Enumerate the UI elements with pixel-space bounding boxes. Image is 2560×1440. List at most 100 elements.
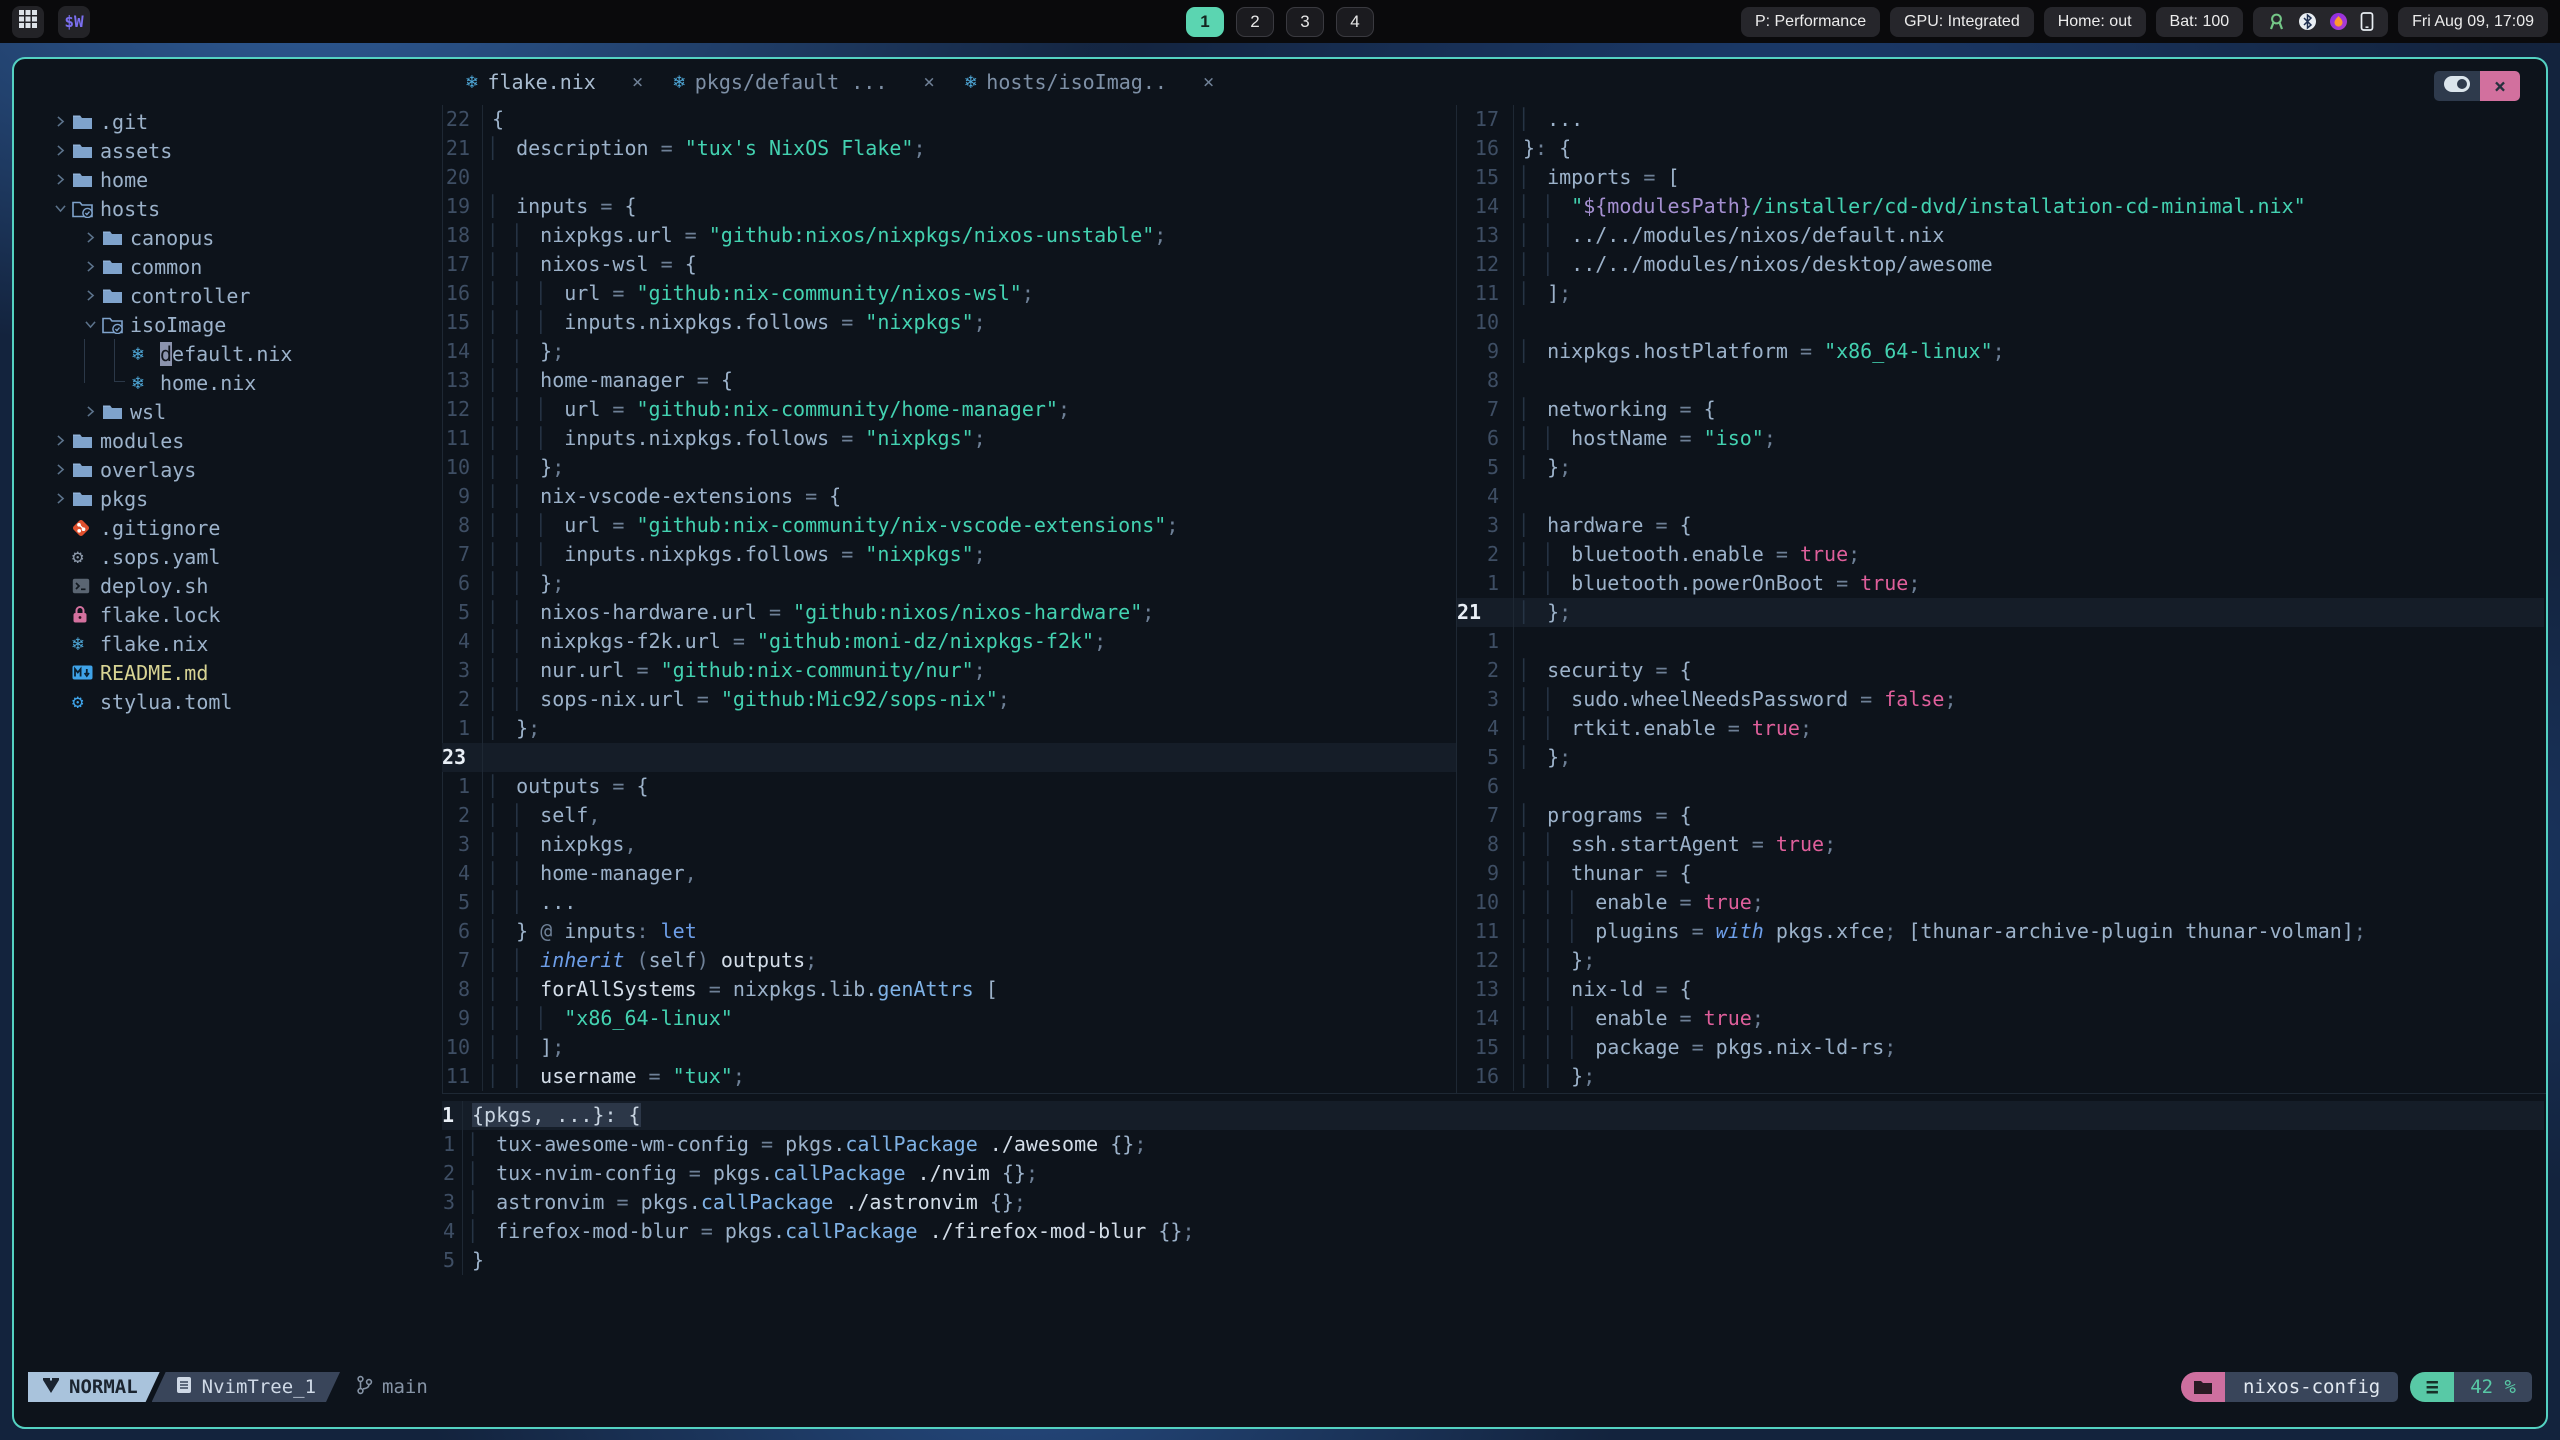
code-text: ▏ ▏ };	[482, 337, 1456, 366]
tree-item-flake-nix[interactable]: ❄ flake.nix	[14, 629, 442, 658]
code-line: 9 ▏ ▏ ▏ "x86_64-linux"	[442, 1004, 1456, 1033]
window-close-button[interactable]: ×	[2480, 71, 2520, 101]
indent-guide: ▏ ▏ ▏	[492, 1006, 565, 1030]
folder-icon	[102, 258, 130, 275]
line-number: 19	[445, 194, 470, 218]
chevron-down-icon[interactable]	[78, 318, 102, 331]
editor-pane-iso-default-nix[interactable]: 17 ▏ ... 16}: {15 ▏ imports = [14 ▏ ▏ "${mod…	[1457, 105, 2544, 1091]
tree-item-isoImage[interactable]: isoImage	[14, 310, 442, 339]
status-pill-3[interactable]: Bat: 100	[2155, 6, 2244, 37]
window-toggle-button[interactable]	[2434, 71, 2480, 101]
tree-item-README-md[interactable]: README.md	[14, 658, 442, 687]
bluetooth-icon[interactable]	[2298, 12, 2317, 31]
tree-item--sops-yaml[interactable]: ⚙ .sops.yaml	[14, 542, 442, 571]
indent-guide: ▏ ▏	[492, 629, 541, 653]
tree-item-label: common	[130, 254, 203, 279]
chevron-right-icon[interactable]	[78, 289, 102, 302]
tree-item-pkgs[interactable]: pkgs	[14, 484, 442, 513]
line-number: 2	[1486, 658, 1499, 682]
line-number: 9	[1486, 861, 1499, 885]
tree-item--git[interactable]: .git	[14, 107, 442, 136]
indent-guide: ▏	[492, 194, 517, 218]
split-separator-horizontal[interactable]	[442, 1093, 2546, 1094]
status-pill-1[interactable]: GPU: Integrated	[1890, 6, 2034, 37]
chevron-right-icon[interactable]	[48, 463, 72, 476]
tree-indent-guide-corner	[114, 381, 125, 382]
flame-icon[interactable]	[2329, 12, 2348, 31]
tree-item-flake-lock[interactable]: flake.lock	[14, 600, 442, 629]
line-number: 13	[1474, 223, 1499, 247]
chevron-right-icon[interactable]	[78, 260, 102, 273]
status-pill-2[interactable]: Home: out	[2043, 6, 2146, 37]
tree-item-wsl[interactable]: wsl	[14, 397, 442, 426]
workspace-button-3[interactable]: 3	[1286, 6, 1324, 37]
indent-guide: ▏ ▏	[1523, 542, 1572, 566]
code-text: ▏ ▏ username = "tux";	[482, 1062, 1456, 1091]
tree-item-controller[interactable]: controller	[14, 281, 442, 310]
code-line: 14 ▏ ▏ ▏ enable = true;	[1457, 1004, 2544, 1033]
indent-guide: ▏	[472, 1161, 497, 1185]
workspace-button-4[interactable]: 4	[1336, 6, 1374, 37]
chevron-right-icon[interactable]	[48, 144, 72, 157]
tab-pkgs-default-[interactable]: ❄ pkgs/default ... ×	[673, 70, 935, 94]
indent-guide: ▏	[1523, 455, 1548, 479]
mode-label: NORMAL	[69, 1376, 138, 1398]
editor-pane-pkgs-default-nix[interactable]: 1 {pkgs, ...}: {1 ▏ tux-awesome-wm-config …	[442, 1101, 2544, 1275]
folder-check-icon	[102, 316, 130, 334]
tab-hosts-isoImag-[interactable]: ❄ hosts/isoImag.. ×	[965, 70, 1215, 94]
code-line: 10 ▏ ▏ };	[442, 453, 1456, 482]
tree-item--gitignore[interactable]: .gitignore	[14, 513, 442, 542]
tree-item-common[interactable]: common	[14, 252, 442, 281]
tab-flake-nix[interactable]: ❄ flake.nix ×	[466, 70, 643, 94]
tab-close-icon[interactable]: ×	[1203, 71, 1214, 93]
tree-item-home[interactable]: home	[14, 165, 442, 194]
chevron-right-icon[interactable]	[78, 405, 102, 418]
folder-icon	[102, 403, 130, 420]
code-text: ▏ ▏ };	[1513, 946, 2544, 975]
tree-item-overlays[interactable]: overlays	[14, 455, 442, 484]
tree-item-modules[interactable]: modules	[14, 426, 442, 455]
code-text: ▏ ▏ inherit (self) outputs;	[482, 946, 1456, 975]
code-text: ▏ ...	[1513, 105, 2544, 134]
clock[interactable]: Fri Aug 09, 17:09	[2398, 6, 2548, 37]
chevron-right-icon[interactable]	[48, 492, 72, 505]
tree-item-hosts[interactable]: hosts	[14, 194, 442, 223]
line-number: 13	[1474, 977, 1499, 1001]
code-line: 11 ▏ ▏ ▏ inputs.nixpkgs.follows = "nixpkg…	[442, 424, 1456, 453]
phone-icon[interactable]	[2360, 12, 2374, 31]
code-text: ▏ ▏ ▏ inputs.nixpkgs.follows = "nixpkgs"…	[482, 308, 1456, 337]
code-text: ▏ ▏ ▏ enable = true;	[1513, 1004, 2544, 1033]
tab-close-icon[interactable]: ×	[923, 71, 934, 93]
editor-pane-flake-nix[interactable]: 22{21 ▏ description = "tux's NixOS Flake"…	[442, 105, 1456, 1091]
chevron-right-icon[interactable]	[78, 231, 102, 244]
code-text: ▏ ▏ };	[482, 569, 1456, 598]
mode-segment: NORMAL	[28, 1372, 160, 1402]
tree-item-default-nix[interactable]: ❄ default.nix	[14, 339, 442, 368]
tab-label: pkgs/default ...	[694, 70, 888, 94]
code-line: 21 ▏ };	[1457, 598, 2544, 627]
nvimtree-file-explorer[interactable]: .git assets home hosts canopus common controll…	[14, 107, 442, 716]
ribbon-icon[interactable]	[2267, 12, 2286, 31]
chevron-right-icon[interactable]	[48, 115, 72, 128]
tree-item-stylua-toml[interactable]: ⚙ stylua.toml	[14, 687, 442, 716]
code-text: ▏ ▏ thunar = {	[1513, 859, 2544, 888]
line-number: 9	[457, 484, 470, 508]
status-pill-0[interactable]: P: Performance	[1740, 6, 1881, 37]
code-line: 8 ▏ ▏ ssh.startAgent = true;	[1457, 830, 2544, 859]
awesome-wm-logo-button[interactable]: $W	[58, 5, 90, 38]
tree-item-canopus[interactable]: canopus	[14, 223, 442, 252]
tree-item-assets[interactable]: assets	[14, 136, 442, 165]
indent-guide: ▏	[1523, 165, 1548, 189]
tree-item-label: .sops.yaml	[100, 544, 221, 569]
code-line: 8 ▏ ▏ ▏ url = "github:nix-community/nix-v…	[442, 511, 1456, 540]
chevron-right-icon[interactable]	[48, 173, 72, 186]
workspace-button-2[interactable]: 2	[1236, 6, 1274, 37]
app-grid-button[interactable]	[12, 5, 44, 38]
chevron-right-icon[interactable]	[48, 434, 72, 447]
line-number: 15	[445, 310, 470, 334]
workspace-button-1[interactable]: 1	[1186, 6, 1224, 37]
tree-item-home-nix[interactable]: ❄ home.nix	[14, 368, 442, 397]
chevron-down-icon[interactable]	[48, 202, 72, 215]
tree-item-deploy-sh[interactable]: deploy.sh	[14, 571, 442, 600]
tab-close-icon[interactable]: ×	[632, 71, 643, 93]
